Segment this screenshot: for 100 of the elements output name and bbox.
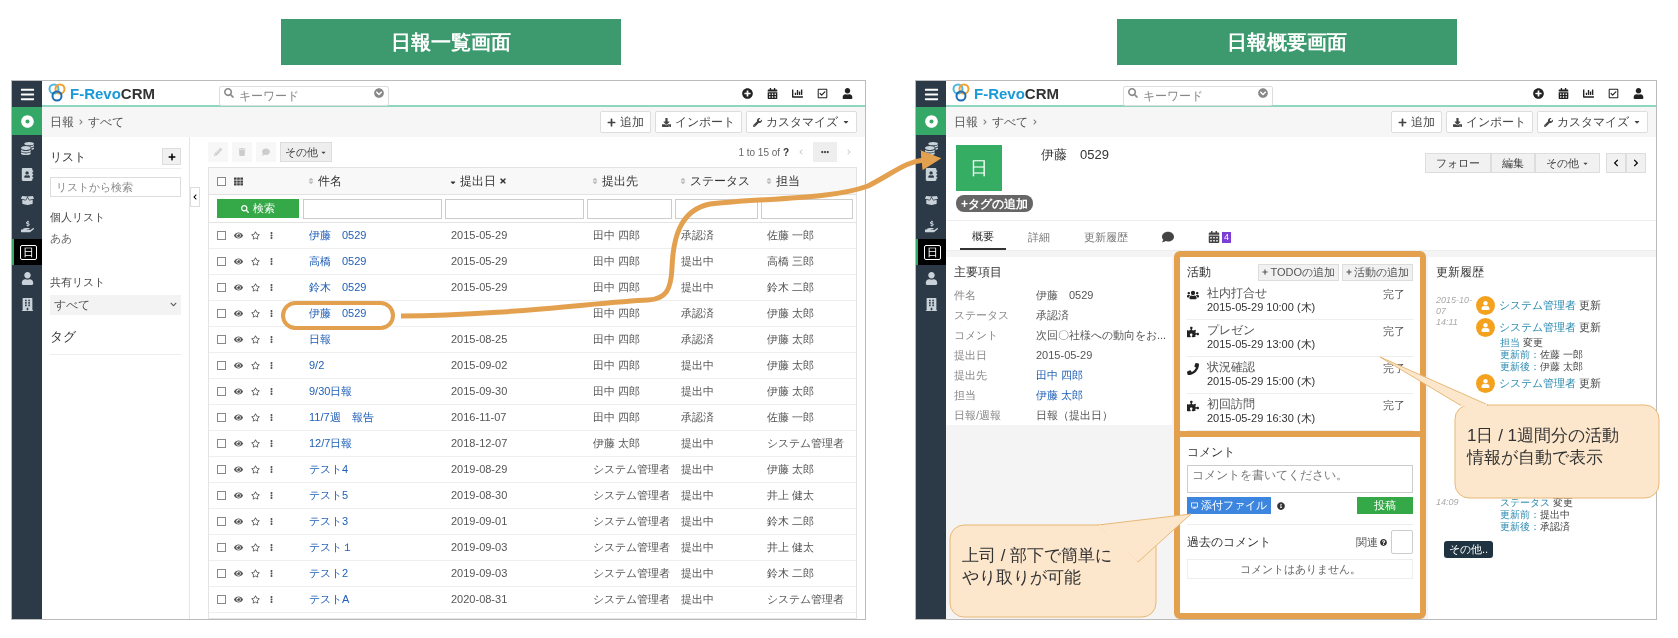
ellipsis-button[interactable]: [813, 142, 837, 162]
eye-icon[interactable]: [234, 595, 243, 604]
daily-report-nav-item[interactable]: 日: [923, 244, 941, 260]
activities-tab[interactable]: 4: [1196, 224, 1243, 250]
subject-link[interactable]: テスト4: [309, 461, 349, 478]
eye-icon[interactable]: [234, 413, 243, 422]
more-icon[interactable]: [268, 232, 275, 239]
more-icon[interactable]: [268, 544, 275, 551]
eye-icon[interactable]: [234, 491, 243, 500]
row-checkbox[interactable]: [217, 335, 226, 344]
row-checkbox[interactable]: [217, 309, 226, 318]
eye-icon[interactable]: [234, 517, 243, 526]
star-icon[interactable]: [251, 335, 260, 344]
add-activity-button[interactable]: TODOの追加: [1258, 263, 1339, 281]
subject-link[interactable]: 鈴木 0529: [309, 279, 367, 296]
activity-title[interactable]: プレゼン: [1207, 323, 1316, 337]
tab[interactable]: 更新履歴: [1072, 224, 1140, 250]
attach-file-button[interactable]: 添付ファイル: [1187, 497, 1271, 514]
add-list-button[interactable]: [162, 148, 181, 165]
row-checkbox[interactable]: [217, 595, 226, 604]
bar-chart-icon[interactable]: [1583, 87, 1594, 99]
more-icon[interactable]: [268, 414, 275, 421]
subject-link[interactable]: テスト3: [309, 513, 349, 530]
eye-icon[interactable]: [234, 231, 243, 240]
subject-link[interactable]: 日報: [309, 331, 331, 348]
activity-title[interactable]: 初回訪問: [1207, 397, 1316, 411]
calendar-icon[interactable]: [1558, 87, 1569, 99]
comment-field[interactable]: コメントを書いてください。: [1187, 465, 1413, 493]
star-icon[interactable]: [251, 283, 260, 292]
filter-field[interactable]: [445, 198, 584, 219]
star-icon[interactable]: [251, 387, 260, 396]
row-checkbox[interactable]: [217, 257, 226, 266]
add-tag-button[interactable]: +タグの追加: [956, 195, 1033, 212]
more-button[interactable]: その他: [280, 142, 332, 162]
star-icon[interactable]: [251, 231, 260, 240]
daily-report-nav-item[interactable]: 日: [19, 244, 37, 260]
subject-link[interactable]: テスト5: [309, 487, 349, 504]
add-activity-button[interactable]: 活動の追加: [1342, 263, 1413, 281]
eye-icon[interactable]: [234, 387, 243, 396]
column-header[interactable]: 提出先: [587, 172, 675, 190]
filter-field[interactable]: [303, 198, 442, 219]
bar-chart-icon[interactable]: [792, 87, 803, 99]
eye-icon[interactable]: [234, 439, 243, 448]
star-icon[interactable]: [251, 309, 260, 318]
list-search-field[interactable]: リストから検索: [50, 177, 181, 197]
row-checkbox[interactable]: [217, 439, 226, 448]
row-checkbox[interactable]: [217, 543, 226, 552]
star-icon[interactable]: [251, 361, 260, 370]
more-icon[interactable]: [268, 492, 275, 499]
more-icon[interactable]: [268, 362, 275, 369]
column-header[interactable]: 担当: [761, 172, 856, 190]
column-header[interactable]: 提出日: [445, 172, 587, 190]
subject-link[interactable]: テストA: [309, 591, 350, 608]
filter-field[interactable]: [587, 198, 672, 219]
eye-icon[interactable]: [234, 543, 243, 552]
row-checkbox[interactable]: [217, 413, 226, 422]
customize-button[interactable]: カスタマイズ: [746, 111, 857, 133]
more-icon[interactable]: [268, 388, 275, 395]
tab[interactable]: 詳細: [1016, 224, 1062, 250]
add-circle-icon[interactable]: [1533, 87, 1544, 99]
more-icon[interactable]: [268, 466, 275, 473]
previous-record-button[interactable]: [1606, 153, 1626, 173]
star-icon[interactable]: [251, 465, 260, 474]
breadcrumb-link[interactable]: すべて: [88, 113, 124, 131]
checkbox-icon[interactable]: [1608, 87, 1619, 99]
list-item[interactable]: ああ: [50, 229, 181, 246]
eye-icon[interactable]: [234, 361, 243, 370]
row-checkbox[interactable]: [217, 491, 226, 500]
shared-list-select[interactable]: すべて: [50, 294, 181, 315]
eye-icon[interactable]: [234, 257, 243, 266]
checkbox-icon[interactable]: [817, 87, 828, 99]
row-checkbox[interactable]: [217, 569, 226, 578]
user-icon[interactable]: [842, 87, 853, 99]
breadcrumb-link[interactable]: すべて: [992, 113, 1028, 131]
eye-icon[interactable]: [234, 569, 243, 578]
star-icon[interactable]: [251, 413, 260, 422]
field-link[interactable]: 伊藤 太郎: [1036, 386, 1084, 404]
subject-link[interactable]: 伊藤 0529: [309, 305, 367, 322]
filter-field[interactable]: [761, 198, 853, 219]
subject-link[interactable]: 伊藤 0529: [309, 227, 367, 244]
more-history-button[interactable]: その他..: [1444, 541, 1494, 558]
subject-link[interactable]: 9/2: [309, 357, 325, 374]
eye-icon[interactable]: [234, 309, 243, 318]
field-link[interactable]: 田中 四郎: [1036, 366, 1084, 384]
breadcrumb-link[interactable]: 日報: [954, 113, 978, 131]
record-action-button[interactable]: フォロー: [1425, 153, 1491, 173]
customize-button[interactable]: カスタマイズ: [1537, 111, 1648, 133]
row-checkbox[interactable]: [217, 283, 226, 292]
eye-icon[interactable]: [234, 283, 243, 292]
import-button[interactable]: インポート: [655, 111, 742, 133]
row-checkbox[interactable]: [217, 517, 226, 526]
row-checkbox[interactable]: [217, 465, 226, 474]
more-icon[interactable]: [268, 596, 275, 603]
eye-icon[interactable]: [234, 465, 243, 474]
import-button[interactable]: インポート: [1446, 111, 1533, 133]
column-header[interactable]: ステータス: [675, 172, 761, 190]
subject-link[interactable]: 高橋 0529: [309, 253, 367, 270]
row-checkbox[interactable]: [217, 361, 226, 370]
star-icon[interactable]: [251, 439, 260, 448]
eye-icon[interactable]: [234, 335, 243, 344]
